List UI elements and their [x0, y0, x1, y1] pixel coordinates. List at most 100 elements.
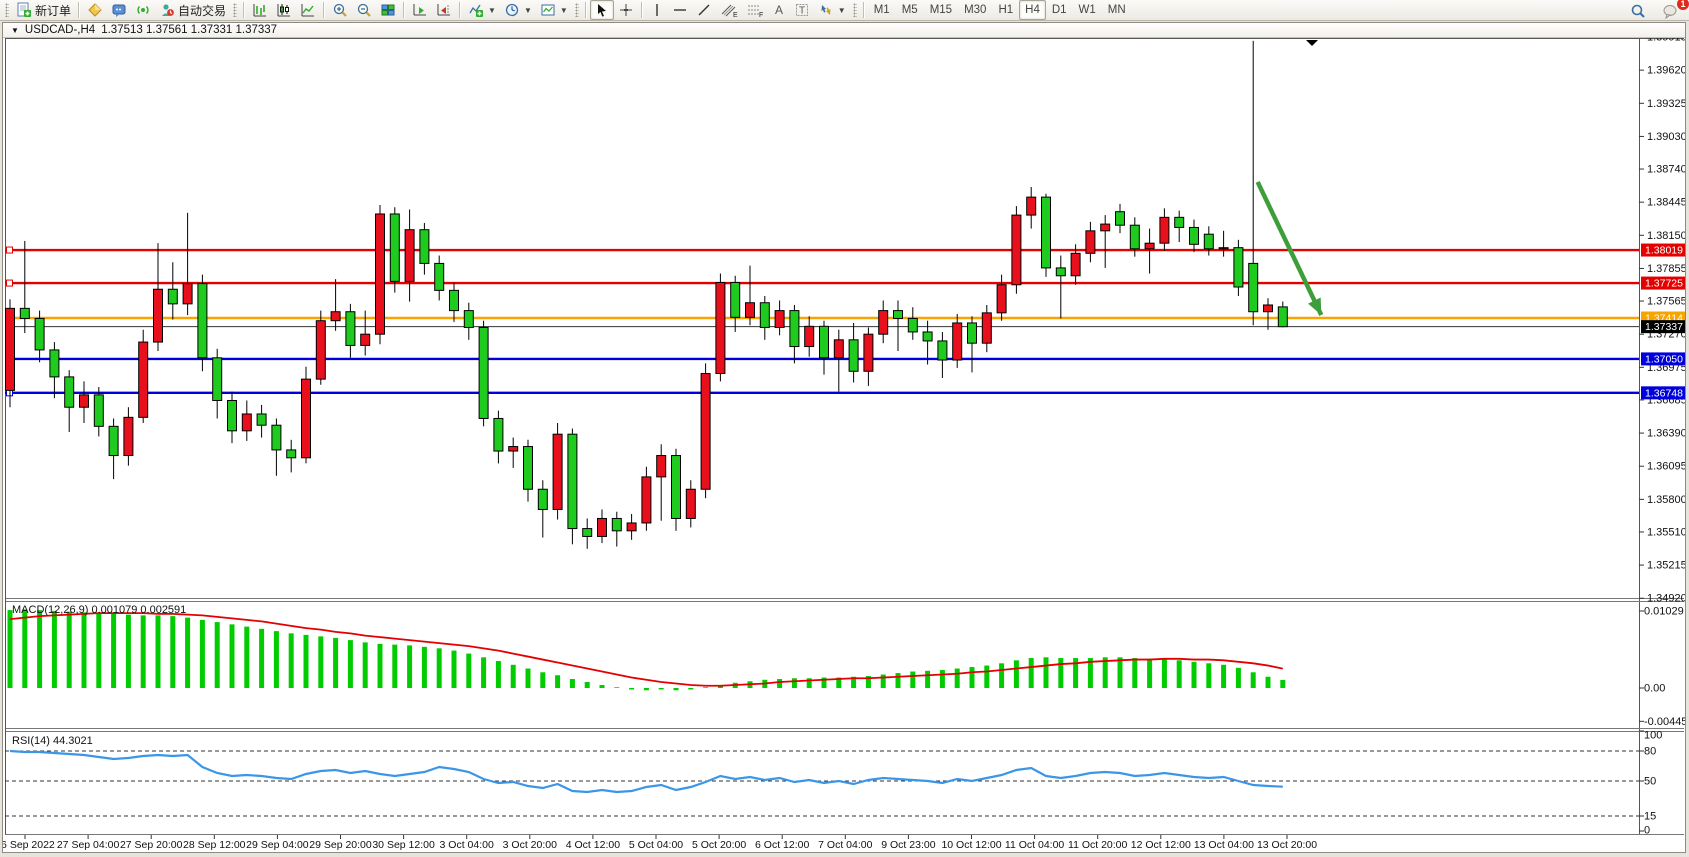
candles [6, 41, 1288, 549]
chart-title-bar: ▼ USDCAD-,H4 1.37513 1.37561 1.37331 1.3… [3, 23, 1685, 38]
text-button[interactable]: A [768, 0, 790, 20]
horizontal-line-button[interactable] [668, 0, 692, 20]
community-button[interactable] [107, 0, 131, 20]
tile-windows-icon [380, 2, 396, 18]
equidistant-channel-button[interactable]: E [716, 0, 742, 20]
indicators-button[interactable]: ▼ [464, 0, 500, 20]
svg-text:1.39915: 1.39915 [1647, 38, 1685, 44]
trendline-button[interactable] [692, 0, 716, 20]
candlestick-chart-icon [276, 2, 292, 18]
chart-canvas[interactable]: 1.399151.396201.393251.390301.387401.384… [3, 38, 1685, 852]
zoom-in-button[interactable] [328, 0, 352, 20]
text-label-button[interactable]: T [790, 0, 814, 20]
svg-text:12 Oct 12:00: 12 Oct 12:00 [1131, 839, 1191, 851]
svg-text:13 Oct 20:00: 13 Oct 20:00 [1257, 839, 1317, 851]
zoom-out-button[interactable] [352, 0, 376, 20]
candlestick-chart-button[interactable] [272, 0, 296, 20]
bar-chart-icon [252, 2, 268, 18]
svg-text:50: 50 [1644, 776, 1656, 788]
svg-text:F: F [759, 12, 763, 18]
panel-borders [5, 39, 1684, 835]
svg-text:1.36390: 1.36390 [1647, 428, 1685, 440]
auto-scroll-button[interactable] [408, 0, 432, 20]
svg-text:1.38740: 1.38740 [1647, 164, 1685, 176]
svg-text:1.39030: 1.39030 [1647, 131, 1685, 143]
fibonacci-icon: F [746, 2, 764, 18]
trend-arrow-annotation[interactable] [1258, 182, 1322, 315]
chart-shift-button[interactable] [432, 0, 456, 20]
toolbar-grip[interactable] [5, 3, 9, 17]
timeframe-mn-button[interactable]: MN [1102, 0, 1132, 20]
horizontal-level-lines[interactable] [5, 247, 1639, 396]
svg-text:-0.004453: -0.004453 [1644, 716, 1685, 728]
zoom-in-icon [332, 2, 348, 18]
line-chart-button[interactable] [296, 0, 320, 20]
community-icon [111, 2, 127, 18]
svg-text:1.37725: 1.37725 [1645, 278, 1683, 290]
svg-text:28 Sep 12:00: 28 Sep 12:00 [183, 839, 246, 851]
metaeditor-icon [87, 2, 103, 18]
svg-text:A: A [775, 3, 783, 17]
timeframe-m30-button[interactable]: M30 [958, 0, 992, 20]
new-order-button[interactable]: 新订单 [12, 0, 75, 20]
templates-button[interactable]: ▼ [536, 0, 572, 20]
fibonacci-button[interactable]: F [742, 0, 768, 20]
svg-text:26 Sep 2022: 26 Sep 2022 [3, 839, 55, 851]
svg-text:80: 80 [1644, 746, 1656, 758]
chat-button[interactable]: 1 [1658, 1, 1683, 21]
autotrading-button[interactable]: 自动交易 [155, 0, 230, 20]
signals-button[interactable] [131, 0, 155, 20]
shift-marker-icon [1306, 40, 1318, 46]
timeframe-h1-button[interactable]: H1 [992, 0, 1019, 20]
timeframe-h4-button[interactable]: H4 [1019, 0, 1046, 20]
svg-text:1.37050: 1.37050 [1645, 353, 1683, 365]
svg-text:29 Sep 20:00: 29 Sep 20:00 [309, 839, 372, 851]
metaeditor-button[interactable] [83, 0, 107, 20]
svg-text:7 Oct 04:00: 7 Oct 04:00 [818, 839, 872, 851]
svg-text:1.37337: 1.37337 [1645, 321, 1683, 333]
svg-text:0.00: 0.00 [1644, 683, 1665, 695]
svg-text:1.36095: 1.36095 [1647, 461, 1685, 473]
bar-chart-button[interactable] [248, 0, 272, 20]
line-anchor-handle[interactable] [7, 280, 13, 286]
trendline-icon [696, 2, 712, 18]
tile-windows-button[interactable] [376, 0, 400, 20]
timeframe-m1-button[interactable]: M1 [868, 0, 896, 20]
cursor-button[interactable] [590, 0, 614, 20]
time-axis: 26 Sep 202227 Sep 04:0027 Sep 20:0028 Se… [3, 835, 1317, 851]
svg-text:T: T [799, 6, 805, 17]
line-anchor-handle[interactable] [7, 247, 13, 253]
collapse-arrow-icon[interactable]: ▼ [11, 26, 19, 35]
svg-text:1.37565: 1.37565 [1647, 296, 1685, 308]
svg-text:30 Sep 12:00: 30 Sep 12:00 [372, 839, 435, 851]
svg-text:13 Oct 04:00: 13 Oct 04:00 [1194, 839, 1254, 851]
crosshair-button[interactable] [614, 0, 638, 20]
svg-text:4 Oct 12:00: 4 Oct 12:00 [566, 839, 620, 851]
svg-text:1.35510: 1.35510 [1647, 526, 1685, 538]
svg-text:1.39325: 1.39325 [1647, 98, 1685, 110]
svg-text:1.38019: 1.38019 [1645, 245, 1683, 257]
main-toolbar: 新订单 自动交易 [0, 0, 1689, 21]
timeframe-m15-button[interactable]: M15 [924, 0, 958, 20]
search-button[interactable] [1626, 1, 1650, 21]
timeframe-d1-button[interactable]: D1 [1046, 0, 1073, 20]
indicators-icon [468, 2, 484, 18]
timeframe-w1-button[interactable]: W1 [1073, 0, 1102, 20]
chart-shift-icon [436, 2, 452, 18]
svg-text:1.38150: 1.38150 [1647, 230, 1685, 242]
autotrading-label: 自动交易 [178, 2, 226, 19]
timeframe-m5-button[interactable]: M5 [896, 0, 924, 20]
rsi-panel: 1008050150 [5, 730, 1662, 837]
svg-text:10 Oct 12:00: 10 Oct 12:00 [941, 839, 1001, 851]
svg-text:5 Oct 20:00: 5 Oct 20:00 [692, 839, 746, 851]
new-order-label: 新订单 [35, 2, 71, 19]
svg-text:27 Sep 04:00: 27 Sep 04:00 [57, 839, 120, 851]
periods-button[interactable]: ▼ [500, 0, 536, 20]
svg-text:0.01029: 0.01029 [1644, 605, 1684, 617]
svg-text:5 Oct 04:00: 5 Oct 04:00 [629, 839, 683, 851]
vertical-line-button[interactable] [646, 0, 668, 20]
new-order-icon [16, 2, 32, 18]
arrows-tool-button[interactable]: ▼ [814, 0, 850, 20]
svg-text:1.38445: 1.38445 [1647, 197, 1685, 209]
crosshair-icon [618, 2, 634, 18]
